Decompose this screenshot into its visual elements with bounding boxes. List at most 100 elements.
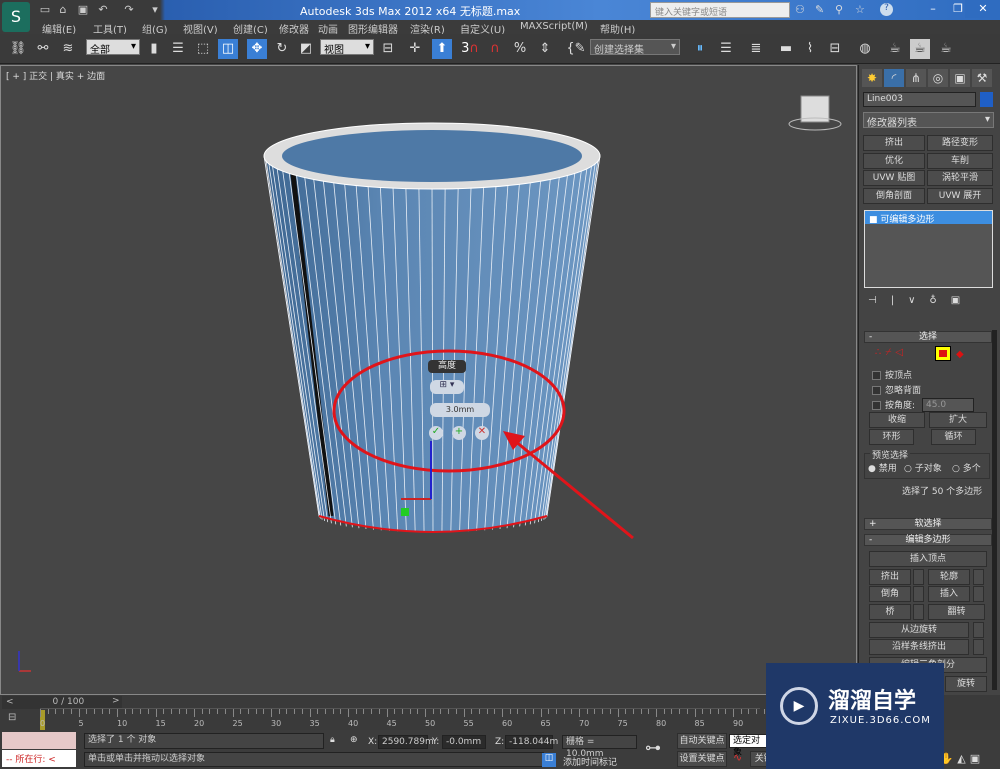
key-selection-dropdown[interactable]: 选定对象 [729,734,769,758]
render-setup-icon[interactable]: ☕ [885,39,905,59]
viewport-perspective[interactable] [0,65,857,695]
utilities-tab-icon[interactable]: ⚒ [972,69,992,87]
mod-uvwmap-button[interactable]: UVW 贴图 [863,170,925,186]
x-coordinate-input[interactable]: 2590.789m [378,735,434,749]
selection-filter-dropdown[interactable]: 全部 [86,39,140,56]
add-time-tag[interactable]: 添加时间标记 [563,755,617,768]
mod-extrude-button[interactable]: 挤出 [863,135,925,151]
close-button[interactable]: ✕ [965,0,1000,18]
help-icon[interactable]: ? [880,3,893,16]
named-selection-dropdown[interactable]: 创建选择集 [590,39,680,56]
loop-button[interactable]: 循环 [931,429,976,445]
link-icon[interactable]: ⛓ [8,39,28,59]
mini-curve-editor-icon[interactable]: ⊟ [8,712,16,723]
mod-pathdeform-button[interactable]: 路径变形 [927,135,993,151]
bevel-button[interactable]: 倒角 [869,586,911,602]
material-editor-icon[interactable]: ◍ [855,39,875,59]
inset-button[interactable]: 插入 [928,586,970,602]
manipulate-icon[interactable]: ✛ [405,39,425,59]
by-vertex-checkbox[interactable]: 按顶点 [872,368,912,381]
caddy-ok-icon[interactable]: ✓ [429,426,443,440]
select-by-name-icon[interactable]: ☰ [168,39,188,59]
window-crossing-icon[interactable]: ◫ [218,39,238,59]
mod-lathe-button[interactable]: 车削 [927,153,993,169]
curve-editor-icon[interactable]: ⌇ [800,39,820,59]
select-object-icon[interactable]: ▮ [144,39,164,59]
select-move-icon[interactable]: ✥ [247,39,267,59]
extrude-spline-settings-button[interactable] [973,639,984,655]
customize-qa-icon[interactable]: ▾ [148,3,162,16]
redo-icon[interactable]: ↷ [122,3,136,16]
search-input[interactable]: 键入关键字或短语 [650,2,790,18]
angle-snap-icon[interactable]: ∩ [485,39,505,59]
time-tag-icon[interactable]: ◫ [542,753,556,767]
app-logo-button[interactable]: S [2,2,30,32]
caddy-apply-icon[interactable]: + [452,426,466,440]
z-coordinate-input[interactable]: -118.044m [505,735,558,749]
star-icon[interactable]: ☆ [855,3,865,16]
bridge-settings-button[interactable] [913,604,924,620]
spinner-snap-icon[interactable]: ⇕ [535,39,555,59]
mod-turbosmooth-button[interactable]: 涡轮平滑 [927,170,993,186]
display-tab-icon[interactable]: ▣ [950,69,970,87]
panel-scrollbar[interactable] [992,330,997,690]
caddy-cancel-icon[interactable]: ✕ [475,426,489,440]
caddy-mode-dropdown[interactable]: ⊞ ▾ [430,380,464,394]
shrink-button[interactable]: 收缩 [869,412,925,428]
select-rotate-icon[interactable]: ↻ [272,39,292,59]
new-file-icon[interactable]: ▭ [38,3,52,16]
render-production-icon[interactable]: ☕ [936,39,956,59]
caddy-height-input[interactable]: 3.0mm [430,403,490,417]
preview-subobject-radio[interactable]: ○ 子对象 [904,461,942,474]
extrude-settings-button[interactable] [913,569,924,585]
modify-tab-icon[interactable]: ◜ [884,69,904,87]
next-frame-arrow[interactable]: > [112,696,120,706]
ref-coord-dropdown[interactable]: 视图 [320,39,374,56]
outline-button[interactable]: 轮廓 [928,569,970,585]
angle-input[interactable]: 45.0 [922,398,974,412]
keyboard-shortcut-icon[interactable]: ⬆ [432,39,452,59]
element-level-icon[interactable]: ◆ [956,349,964,360]
object-color-swatch[interactable] [980,92,993,107]
modifier-list-dropdown[interactable]: 修改器列表 [863,112,994,129]
object-name-input[interactable]: Line003 [863,92,976,107]
menu-maxscript[interactable]: MAXScript(M) [520,21,588,32]
viewport-label[interactable]: [ + ] 正交 | 真实 + 边面 [6,69,105,82]
rollout-selection-header[interactable]: - 选择 [864,331,992,343]
bridge-button[interactable]: 桥 [869,604,911,620]
rollout-soft-selection-header[interactable]: + 软选择 [864,518,992,530]
percent-snap-icon[interactable]: % [510,39,530,59]
maxscript-listener[interactable] [2,732,76,749]
unlink-icon[interactable]: ⚯ [33,39,53,59]
y-coordinate-input[interactable]: -0.0mm [442,735,486,749]
snap-toggle-icon[interactable]: 3∩ [460,39,480,59]
hinge-from-edge-button[interactable]: 从边旋转 [869,622,969,638]
absolute-mode-icon[interactable]: ⊕ [350,735,358,745]
hierarchy-tab-icon[interactable]: ⋔ [906,69,926,87]
rect-selection-icon[interactable]: ⬚ [193,39,213,59]
auto-key-button[interactable]: 自动关键点 [677,733,727,749]
ring-button[interactable]: 环形 [869,429,914,445]
satellite-icon[interactable]: ⚲ [835,3,843,16]
lock-icon[interactable]: 🔒︎ [330,735,335,745]
polygon-level-icon[interactable] [935,346,951,361]
save-icon[interactable]: ▣ [76,3,90,16]
stack-item-editable-poly[interactable]: ■ 可编辑多边形 [865,211,992,225]
insert-vertex-button[interactable]: 插入顶点 [869,551,987,567]
schematic-view-icon[interactable]: ⊟ [825,39,845,59]
wrench-icon[interactable]: ✎ [815,3,824,16]
set-key-button[interactable]: 设置关键点 [677,751,727,767]
gizmo-plane[interactable] [401,508,409,516]
extrude-button[interactable]: 挤出 [869,569,911,585]
key-mode-icon[interactable]: ∿ [733,751,742,764]
turn-button[interactable]: 旋转 [945,676,987,692]
flip-button[interactable]: 翻转 [928,604,985,620]
track-bar[interactable]: 0 5 10 15 20 25 30 35 40 45 50 55 60 65 70 75 80 85 90 [40,708,773,730]
open-file-icon[interactable]: ⌂ [56,3,70,16]
ignore-backface-checkbox[interactable]: 忽略背面 [872,383,921,396]
rollout-edit-poly-header[interactable]: - 编辑多边形 [864,534,992,546]
undo-icon[interactable]: ↶ [96,3,110,16]
grow-button[interactable]: 扩大 [929,412,987,428]
mirror-icon[interactable]: ⏸ [690,39,710,59]
preview-multi-radio[interactable]: ○ 多个 [952,461,981,474]
